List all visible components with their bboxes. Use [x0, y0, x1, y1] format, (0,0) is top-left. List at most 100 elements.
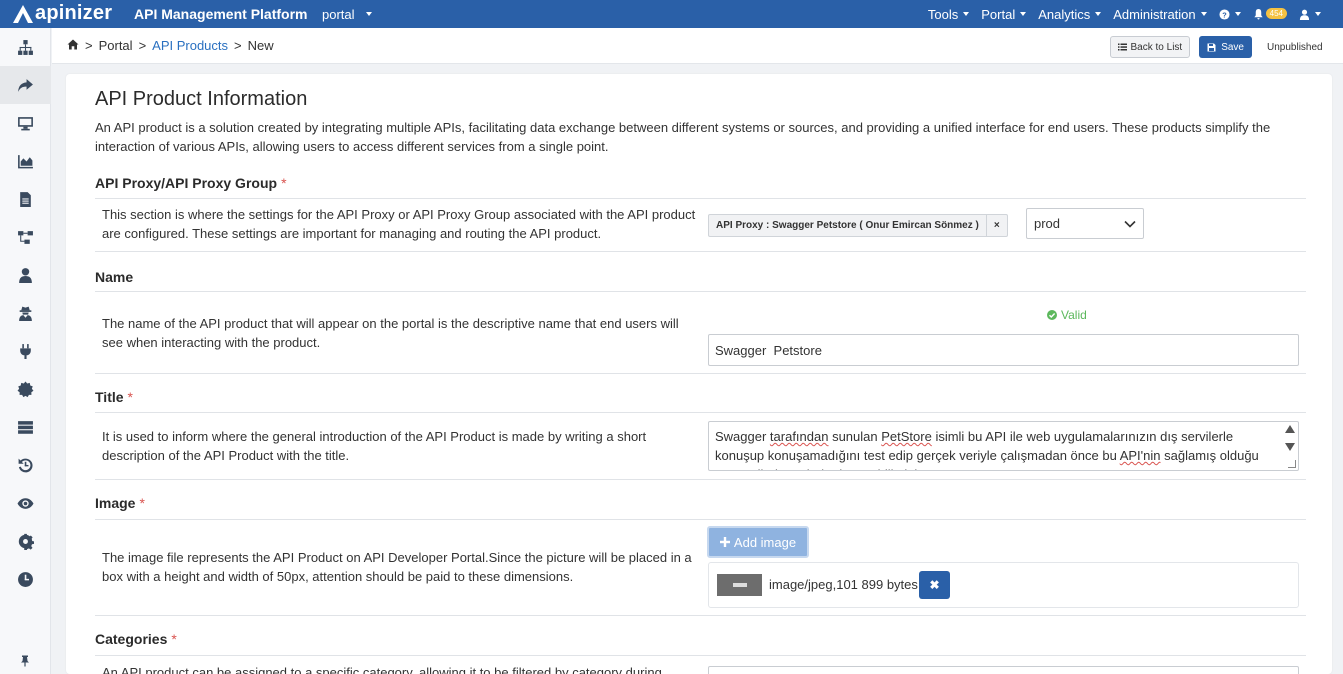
- section-desc-categories: An API product can be assigned to a spec…: [102, 665, 662, 674]
- server-icon: [18, 420, 33, 434]
- sidebar-item-schedule[interactable]: [0, 560, 51, 598]
- check-circle-icon: [1047, 310, 1057, 320]
- divider: [95, 519, 1306, 520]
- section-title-categories-text: Categories: [95, 631, 168, 647]
- sidebar-item-history[interactable]: [0, 446, 51, 484]
- plug-icon: [20, 343, 31, 359]
- sidebar-item-projects[interactable]: [0, 28, 51, 66]
- title-textarea[interactable]: Swagger tarafından sunulan PetStore isim…: [708, 421, 1299, 471]
- back-to-list-button[interactable]: Back to List: [1109, 36, 1191, 58]
- categories-select[interactable]: [708, 666, 1299, 674]
- required-marker: *: [171, 631, 177, 647]
- required-marker: *: [139, 495, 145, 511]
- remove-tag-button[interactable]: ×: [985, 215, 1007, 236]
- pin-icon: [21, 655, 29, 667]
- divider: [95, 615, 1306, 616]
- menu-administration[interactable]: Administration: [1107, 7, 1212, 22]
- sidebar-item-analytics[interactable]: [0, 142, 51, 180]
- title-textarea-value: Swagger tarafından sunulan PetStore isim…: [709, 422, 1298, 470]
- sidebar-item-certificates[interactable]: [0, 370, 51, 408]
- user-secret-icon: [19, 306, 32, 321]
- divider: [95, 291, 1306, 292]
- menu-analytics-label: Analytics: [1038, 6, 1091, 22]
- user-menu[interactable]: [1293, 9, 1327, 20]
- eye-icon: [17, 497, 34, 509]
- logo-text: apinizer: [35, 1, 113, 24]
- sidebar-item-integration[interactable]: [0, 218, 51, 256]
- hierarchy-icon: [18, 230, 33, 244]
- breadcrumb-separator: >: [138, 38, 147, 53]
- environment-label: portal: [322, 6, 355, 22]
- resize-handle-icon[interactable]: [1288, 460, 1296, 468]
- name-input[interactable]: Swagger Petstore: [708, 334, 1299, 366]
- uploaded-image-item: image/jpeg,101 899 bytes ✖: [708, 562, 1299, 608]
- sidebar-item-portal[interactable]: [0, 66, 51, 104]
- name-valid-indicator: Valid: [1047, 308, 1087, 322]
- user-icon: [1299, 9, 1310, 20]
- document-icon: [20, 191, 31, 207]
- clock-icon: [18, 571, 33, 587]
- page-scrollbar[interactable]: [1334, 64, 1343, 674]
- sidebar-item-connectors[interactable]: [0, 332, 51, 370]
- sidebar-item-users[interactable]: [0, 256, 51, 294]
- sidebar-item-servers[interactable]: [0, 408, 51, 446]
- plus-icon: [719, 537, 730, 547]
- image-file-info: image/jpeg,101 899 bytes: [769, 577, 918, 592]
- section-title-proxy-text: API Proxy/API Proxy Group: [95, 175, 278, 191]
- menu-administration-label: Administration: [1113, 6, 1196, 22]
- notifications-menu[interactable]: 454: [1247, 7, 1293, 20]
- section-title-title-text: Title: [95, 389, 124, 405]
- divider: [95, 412, 1306, 413]
- save-button[interactable]: Save: [1199, 36, 1252, 58]
- sidebar-item-settings[interactable]: [0, 522, 51, 560]
- environment-dropdown[interactable]: portal: [322, 7, 372, 22]
- sitemap-icon: [18, 39, 33, 55]
- page-title: API Product Information: [95, 88, 308, 110]
- environment-select-value: prod: [1034, 216, 1061, 231]
- environment-select[interactable]: prod: [1026, 208, 1144, 239]
- logo-mark-icon: [13, 5, 33, 23]
- divider: [95, 251, 1306, 252]
- add-image-button[interactable]: Add image: [707, 526, 809, 558]
- breadcrumb-current: New: [247, 38, 274, 53]
- menu-portal[interactable]: Portal: [975, 7, 1032, 22]
- sidebar-item-documents[interactable]: [0, 180, 51, 218]
- remove-image-button[interactable]: ✖: [919, 571, 950, 599]
- breadcrumb: > Portal > API Products > New: [52, 38, 274, 53]
- certificate-icon: [17, 381, 34, 397]
- sidebar-pin[interactable]: [19, 655, 31, 670]
- chevron-down-icon: [1200, 12, 1207, 16]
- breadcrumb-api-products[interactable]: API Products: [152, 38, 228, 53]
- add-image-label: Add image: [733, 534, 797, 550]
- divider: [95, 373, 1306, 374]
- chevron-down-icon: [1020, 12, 1027, 16]
- scroll-down-icon[interactable]: [1285, 443, 1295, 451]
- text-part: sunulan: [828, 429, 882, 444]
- sidebar-item-monitor[interactable]: [0, 104, 51, 142]
- sidebar-item-monitoring[interactable]: [0, 484, 51, 522]
- sidebar-item-identity[interactable]: [0, 294, 51, 332]
- chevron-down-icon: [963, 12, 970, 16]
- section-title-image-text: Image: [95, 495, 136, 511]
- breadcrumb-separator: >: [85, 38, 93, 53]
- breadcrumb-home[interactable]: [67, 38, 79, 53]
- scroll-up-icon[interactable]: [1285, 425, 1295, 433]
- section-title-categories: Categories *: [95, 631, 177, 647]
- image-thumbnail: [717, 574, 762, 596]
- desktop-icon: [18, 116, 33, 130]
- menu-analytics[interactable]: Analytics: [1032, 7, 1107, 22]
- breadcrumb-portal[interactable]: Portal: [99, 38, 133, 53]
- text-part-misspelled: PetStore: [881, 429, 932, 444]
- user-icon: [19, 267, 32, 283]
- help-menu[interactable]: ?: [1213, 8, 1247, 20]
- text-part: Swagger: [715, 429, 770, 444]
- back-to-list-label: Back to List: [1130, 41, 1183, 53]
- apinizer-logo[interactable]: apinizer: [0, 1, 134, 25]
- section-title-name: Name: [95, 269, 134, 285]
- gear-icon: [18, 533, 34, 550]
- top-navbar: apinizer API Management Platform portal …: [0, 0, 1343, 28]
- section-desc-title: It is used to inform where the general i…: [102, 429, 647, 463]
- api-proxy-tag: API Proxy : Swagger Petstore ( Onur Emir…: [708, 214, 1008, 237]
- chevron-down-icon: [1123, 217, 1137, 234]
- menu-tools[interactable]: Tools: [922, 7, 975, 22]
